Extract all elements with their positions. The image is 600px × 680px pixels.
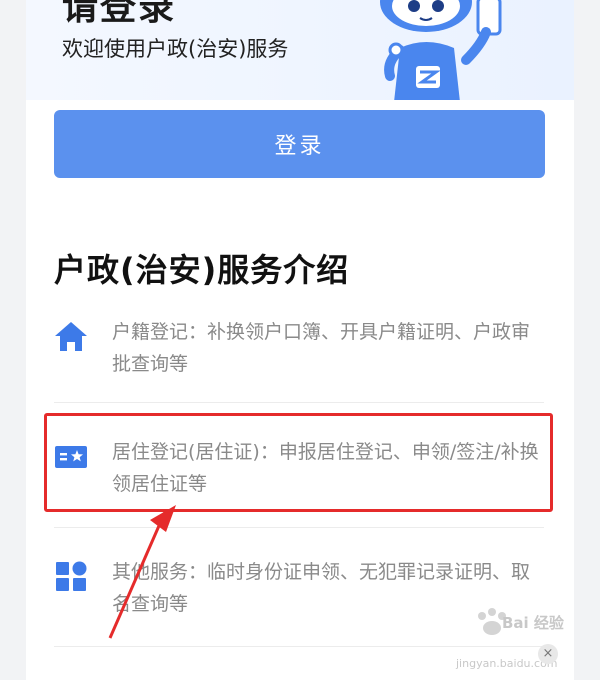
service-item-text: 户籍登记：补换领户口簿、开具户籍证明、户政审批查询等	[112, 321, 531, 375]
divider	[54, 527, 544, 528]
close-icon[interactable]: ×	[538, 644, 558, 664]
hero-title: 请登录	[62, 0, 177, 28]
section-title: 户政(治安)服务介绍	[54, 251, 350, 289]
watermark-text: Bai 经验	[502, 614, 564, 632]
robot-mascot-icon	[380, 0, 502, 100]
right-gutter	[574, 0, 600, 680]
grid-icon	[56, 561, 87, 591]
service-item-household[interactable]: 户籍登记：补换领户口簿、开具户籍证明、户政审批查询等	[54, 316, 544, 382]
page: 请登录 欢迎使用户政(治安)服务 登录 户政(治安)服务介绍 户籍登记：补换领户…	[0, 0, 600, 680]
login-button[interactable]: 登录	[54, 110, 545, 178]
home-icon	[55, 322, 87, 351]
hero-banner: 请登录 欢迎使用户政(治安)服务	[26, 0, 574, 100]
divider	[54, 402, 544, 403]
left-gutter	[0, 0, 26, 680]
hero-subtitle: 欢迎使用户政(治安)服务	[62, 37, 289, 61]
highlight-box	[44, 413, 553, 512]
